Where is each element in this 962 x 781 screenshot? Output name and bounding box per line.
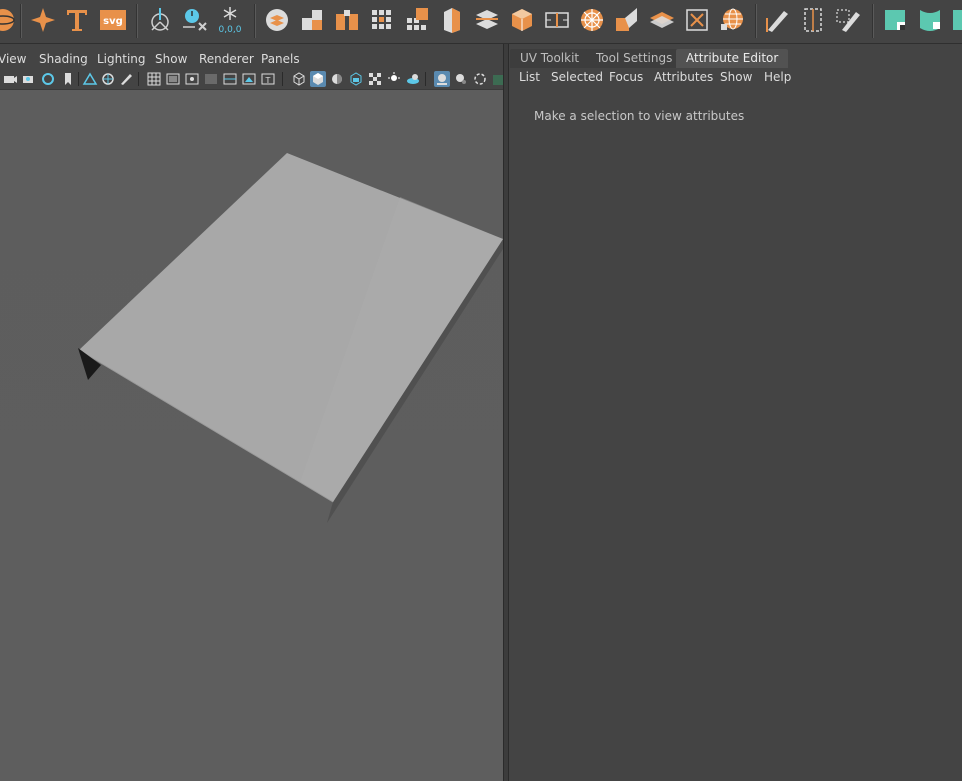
snap-time-icon[interactable] bbox=[180, 4, 210, 36]
quad-draw-icon[interactable] bbox=[647, 4, 677, 36]
insert-loop-icon[interactable] bbox=[542, 4, 572, 36]
grid-icon[interactable] bbox=[146, 71, 162, 87]
shelf-separator bbox=[755, 4, 757, 38]
target-weld-icon[interactable] bbox=[577, 4, 607, 36]
empty-selection-message: Make a selection to view attributes bbox=[534, 109, 745, 123]
pivot-icon[interactable] bbox=[145, 4, 175, 36]
menu-show[interactable]: Show bbox=[155, 52, 187, 66]
viewport-3d-canvas[interactable] bbox=[0, 90, 503, 781]
maya-window: svg 0,0,0 View Shading Lighting Show Ren… bbox=[0, 0, 962, 781]
depth-of-field-icon[interactable] bbox=[472, 71, 488, 87]
motion-blur-icon[interactable] bbox=[434, 71, 450, 87]
uv-frame-icon[interactable] bbox=[798, 4, 828, 36]
bounding-box-icon[interactable] bbox=[682, 4, 712, 36]
coords-label: 0,0,0 bbox=[219, 25, 242, 35]
smooth-icon[interactable] bbox=[507, 4, 537, 36]
text-t-icon[interactable] bbox=[62, 4, 92, 36]
toolbar-separator bbox=[425, 72, 426, 86]
shadows-icon[interactable] bbox=[386, 71, 402, 87]
grease-pencil-icon[interactable] bbox=[118, 71, 134, 87]
sparkle-icon[interactable] bbox=[28, 4, 58, 36]
tab-attribute-editor[interactable]: Attribute Editor bbox=[676, 49, 789, 68]
menu-panels[interactable]: Panels bbox=[261, 52, 300, 66]
bridge-icon[interactable] bbox=[472, 4, 502, 36]
svg-icon-label: svg bbox=[103, 16, 123, 27]
select-camera-icon[interactable] bbox=[2, 71, 18, 87]
freeze-transform-icon[interactable]: 0,0,0 bbox=[215, 4, 245, 36]
panel-tabbar: UV Toolkit Tool Settings Attribute Edito… bbox=[509, 48, 962, 68]
separate-icon[interactable] bbox=[332, 4, 362, 36]
menu-focus[interactable]: Focus bbox=[609, 70, 643, 84]
menu-lighting[interactable]: Lighting bbox=[97, 52, 146, 66]
menu-attributes[interactable]: Attributes bbox=[654, 70, 713, 84]
attribute-editor-panel: UV Toolkit Tool Settings Attribute Edito… bbox=[509, 44, 962, 781]
toolbar-separator bbox=[78, 72, 79, 86]
edit-pencil-icon[interactable] bbox=[833, 4, 863, 36]
viewport-panel[interactable]: View Shading Lighting Show Renderer Pane… bbox=[0, 48, 503, 781]
menu-renderer[interactable]: Renderer bbox=[199, 52, 254, 66]
sphere-icon[interactable] bbox=[0, 4, 18, 36]
bevel-icon[interactable] bbox=[437, 4, 467, 36]
screen-space-ao-icon[interactable] bbox=[405, 71, 421, 87]
field-chart-icon[interactable] bbox=[222, 71, 238, 87]
bookmark-camera-icon[interactable] bbox=[40, 71, 56, 87]
uv-extra-icon[interactable] bbox=[950, 4, 962, 36]
bool-icon[interactable] bbox=[262, 4, 292, 36]
svg-text:T: T bbox=[265, 76, 271, 85]
uv-shell-icon[interactable] bbox=[915, 4, 945, 36]
tab-uv-toolkit[interactable]: UV Toolkit bbox=[510, 49, 590, 68]
menu-show[interactable]: Show bbox=[720, 70, 752, 84]
mesh-grid-icon[interactable] bbox=[367, 4, 397, 36]
safe-title-icon[interactable]: T bbox=[260, 71, 276, 87]
extrude-icon[interactable] bbox=[402, 4, 432, 36]
viewport-menubar: View Shading Lighting Show Renderer Pane… bbox=[0, 48, 503, 68]
wireframe-icon[interactable] bbox=[291, 71, 307, 87]
menu-shading[interactable]: Shading bbox=[39, 52, 88, 66]
shelf-separator bbox=[254, 4, 256, 38]
shelf-toolbar: svg 0,0,0 bbox=[0, 0, 962, 44]
camera-attributes-icon[interactable] bbox=[22, 71, 38, 87]
toolbar-separator bbox=[138, 72, 139, 86]
shelf-separator bbox=[20, 4, 22, 38]
anti-alias-icon[interactable] bbox=[453, 71, 469, 87]
image-plane-icon[interactable] bbox=[82, 71, 98, 87]
shelf-separator bbox=[872, 4, 874, 38]
bookmark-icon[interactable] bbox=[60, 71, 76, 87]
svg-icon[interactable]: svg bbox=[98, 4, 128, 36]
tab-tool-settings[interactable]: Tool Settings bbox=[586, 49, 683, 68]
smooth-shade-icon[interactable] bbox=[310, 71, 326, 87]
wireframe-on-shaded-icon[interactable] bbox=[329, 71, 345, 87]
menu-list[interactable]: List bbox=[519, 70, 540, 84]
use-lights-icon[interactable] bbox=[367, 71, 383, 87]
sphere-grid-icon[interactable] bbox=[717, 4, 747, 36]
attribute-editor-menubar: List Selected Focus Attributes Show Help bbox=[509, 68, 962, 90]
safe-action-icon[interactable] bbox=[241, 71, 257, 87]
menu-selected[interactable]: Selected bbox=[551, 70, 603, 84]
viewport-scene[interactable] bbox=[0, 90, 503, 781]
resolution-gate-icon[interactable] bbox=[184, 71, 200, 87]
uv-plane-icon[interactable] bbox=[880, 4, 910, 36]
viewport-toolbar: T bbox=[0, 68, 503, 90]
menu-view[interactable]: View bbox=[0, 52, 26, 66]
menu-help[interactable]: Help bbox=[764, 70, 791, 84]
textured-icon[interactable] bbox=[348, 71, 364, 87]
mirror-icon[interactable] bbox=[612, 4, 642, 36]
shelf-separator bbox=[136, 4, 138, 38]
gate-mask-icon[interactable] bbox=[203, 71, 219, 87]
toolbar-separator bbox=[282, 72, 283, 86]
edge-draw-icon[interactable] bbox=[763, 4, 793, 36]
combine-icon[interactable] bbox=[297, 4, 327, 36]
2d-pan-zoom-icon[interactable] bbox=[100, 71, 116, 87]
film-gate-icon[interactable] bbox=[165, 71, 181, 87]
